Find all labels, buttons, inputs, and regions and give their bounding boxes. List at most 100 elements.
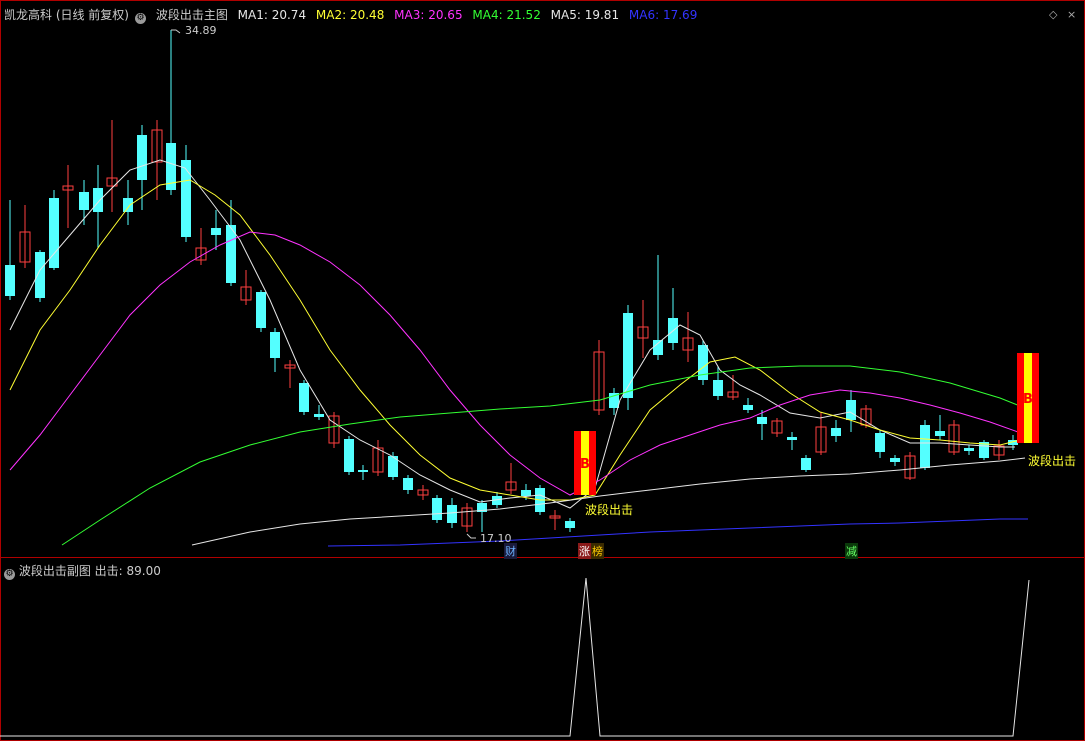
candle [417,485,429,500]
ma6-line [327,518,1028,547]
low-marker [466,533,476,539]
candle-body [270,332,280,358]
candle-body [314,414,324,417]
candle-body [787,437,797,440]
high-marker [171,29,181,34]
candle [505,463,517,494]
candle-body [211,228,221,235]
candle [106,120,118,212]
candle [5,200,15,300]
high-price-label: 34.89 [185,24,217,37]
signal-letter: B [1023,392,1033,407]
ma3-line [9,231,1019,496]
event-tag-finance[interactable]: 财 [504,543,517,559]
candle [549,510,561,530]
candle [328,412,340,448]
candle [787,432,797,450]
candle-body [137,135,147,180]
candle-body [890,458,900,462]
event-tag-limit-up[interactable]: 涨 [578,543,591,559]
candle-body [920,425,930,468]
candle [593,340,605,415]
sub-indicator-chart[interactable] [0,558,1085,739]
candle [846,390,856,432]
candle [344,436,354,475]
candle [284,360,296,388]
candle [637,300,649,358]
candle [815,412,827,455]
candle [668,288,678,350]
event-tag-reduce[interactable]: 减 [845,543,858,559]
candle [62,165,74,228]
candle [565,518,575,532]
candle-body [521,490,531,496]
chuji-indicator-line [0,577,1030,737]
signal-label: 波段出击 [1028,453,1076,468]
candle-body [875,433,885,452]
ma1-line [9,159,1015,509]
candle [195,228,207,265]
candle [403,475,413,494]
candle [727,375,739,400]
candle [609,388,619,415]
candle-body [79,192,89,210]
candle-body [447,505,457,523]
candle-body [35,252,45,298]
buy-signal-marker: B 波段出击 [1017,353,1076,468]
candle-body [801,458,811,470]
candle-body [743,405,753,410]
buy-signal-marker: B 波段出击 [574,431,633,517]
candle [920,420,930,470]
candle [904,452,916,480]
candle-body [831,428,841,436]
candle-body [713,380,723,396]
candle-body [653,340,663,355]
candle [771,418,783,437]
signal-label: 波段出击 [585,502,633,517]
candle-body [623,313,633,398]
candle [743,398,753,413]
candle [256,290,266,332]
ma5-line [191,457,1026,546]
ma2-line [9,179,1021,501]
candle-body [256,292,266,328]
candle [801,455,811,472]
candle [270,328,280,372]
candle [477,500,487,532]
candle-body [757,417,767,424]
candle [240,270,252,305]
signal-letter: B [580,457,590,472]
candle [226,200,236,286]
candle [993,440,1005,460]
candle-body [964,448,974,451]
candle [964,445,974,455]
candle [358,465,368,480]
candle [211,210,221,250]
candle [432,495,442,523]
candle [388,452,398,480]
candle-body [344,439,354,472]
candle-body [299,383,309,412]
event-tag-ranking[interactable]: 榜 [591,543,604,559]
candle [181,145,191,242]
candle-body [846,400,856,420]
candle [682,312,694,362]
candle [831,420,841,442]
candle-body [123,198,133,212]
candle [19,205,31,268]
candle [875,430,885,458]
candle-body [565,521,575,528]
candle [979,440,989,460]
candle-body [432,498,442,520]
main-price-chart[interactable]: 34.8917.10B波段出击B波段出击 [0,0,1085,557]
ma4-line [61,365,1026,546]
candle [461,503,473,532]
candle [166,30,176,195]
candle-body [93,188,103,212]
candle [623,305,633,410]
candle-body [935,431,945,436]
candle-body [181,160,191,237]
candle [372,440,384,476]
candle [948,420,960,455]
candle-body [5,265,15,296]
